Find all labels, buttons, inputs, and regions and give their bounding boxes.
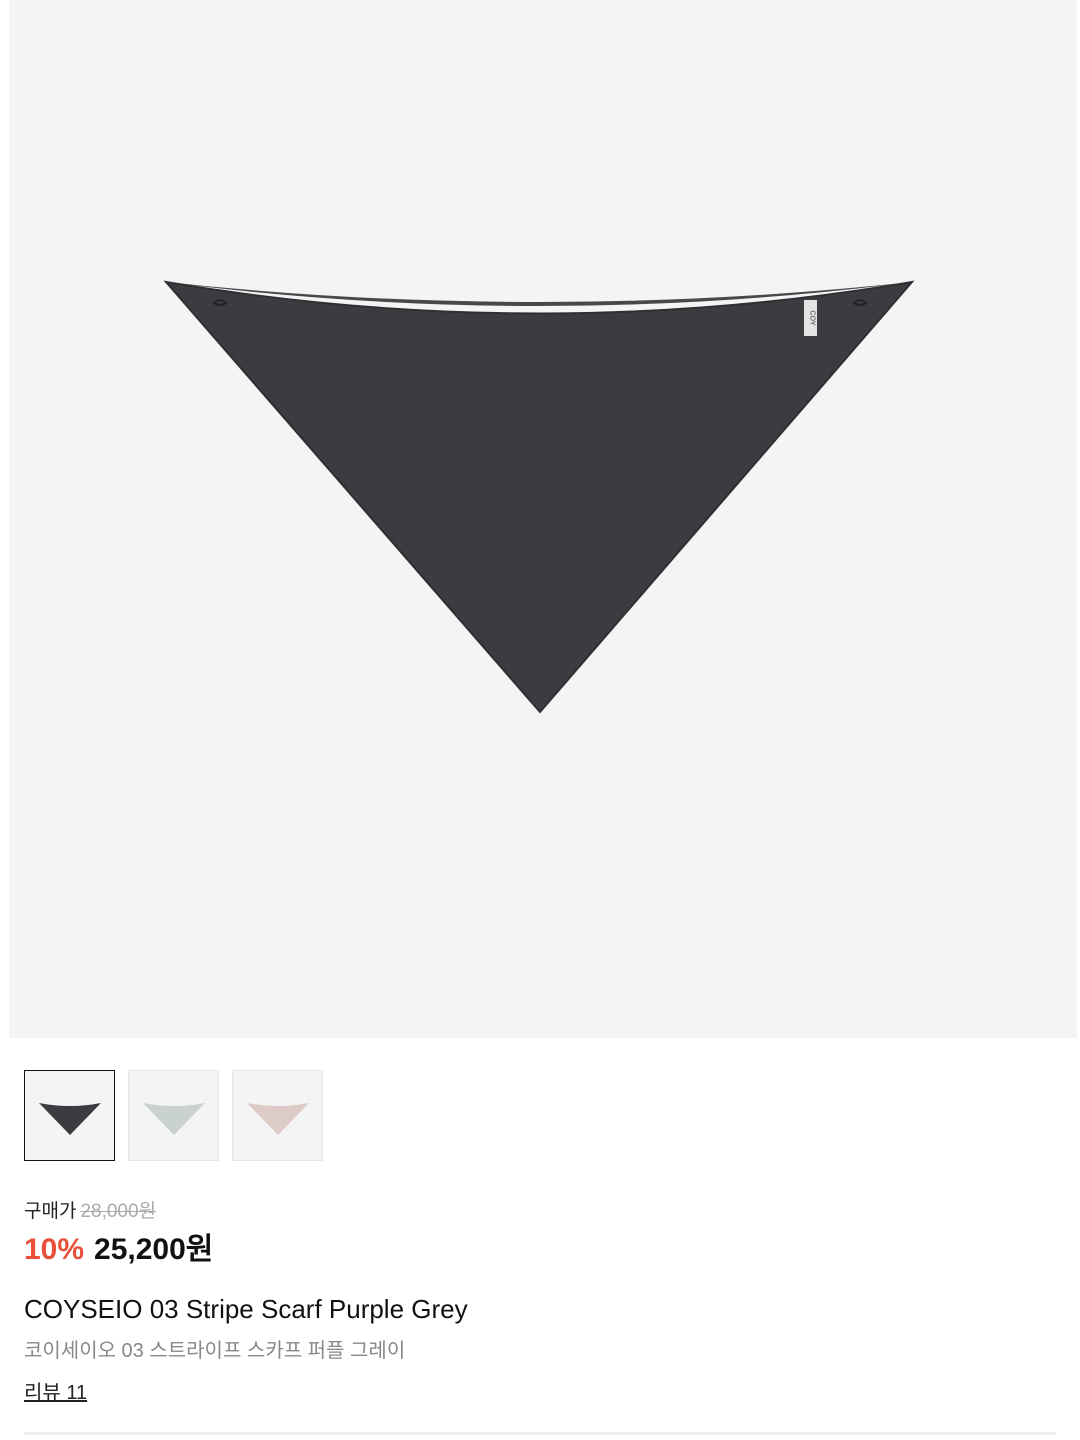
original-price: 28,000원 — [80, 1201, 157, 1222]
scarf-thumb-icon — [38, 1102, 101, 1135]
discount-rate: 10% — [24, 1233, 85, 1266]
thumbnail-pink[interactable] — [232, 1070, 323, 1161]
price-label-row: 구매가 28,000원 — [24, 1196, 156, 1223]
divider — [24, 1432, 1056, 1435]
scarf-thumb-icon — [142, 1102, 205, 1135]
thumbnail-purple-grey[interactable] — [24, 1070, 115, 1161]
product-main-image[interactable]: COY — [9, 0, 1077, 1038]
review-link[interactable]: 리뷰 11 — [24, 1376, 87, 1405]
product-title-en: COYSEIO 03 Stripe Scarf Purple Grey — [24, 1294, 468, 1324]
scarf-thumb-icon — [246, 1102, 309, 1135]
price-row: 10% 25,200원 — [24, 1224, 213, 1268]
product-title-ko: 코이세이오 03 스트라이프 스카프 퍼플 그레이 — [24, 1340, 406, 1362]
final-price: 25,200원 — [94, 1233, 214, 1266]
thumbnail-list — [24, 1070, 323, 1161]
scarf-image: COY — [163, 280, 915, 714]
thumbnail-mint[interactable] — [128, 1070, 219, 1161]
price-label: 구매가 — [24, 1201, 77, 1222]
svg-text:COY: COY — [809, 310, 816, 326]
brand-tag: COY — [804, 300, 817, 336]
